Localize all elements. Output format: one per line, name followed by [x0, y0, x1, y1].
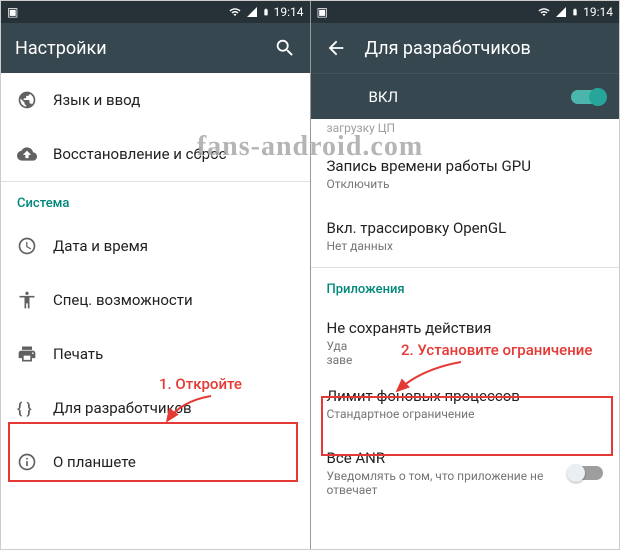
titlebar-developer: Для разработчиков	[311, 23, 620, 73]
statusbar: ▣ 19:14	[311, 1, 620, 23]
row-sublabel: Нет данных	[327, 239, 604, 253]
developer-list: загрузку ЦП Запись времени работы GPU От…	[311, 119, 620, 549]
row-label: Лимит фоновых процессов	[327, 387, 604, 405]
row-background-limit[interactable]: Лимит фоновых процессов Стандартное огра…	[311, 373, 620, 435]
row-sublabel: Уведомлять о том, что приложение не отве…	[327, 469, 570, 497]
statusbar-icon-left: ▣	[317, 5, 328, 19]
row-label: Дата и время	[53, 237, 294, 255]
section-apps: Приложения	[311, 268, 620, 305]
battery-icon	[262, 6, 270, 18]
phone-left-settings: ▣ 19:14 Настройки Язык и ввод Восстановл…	[1, 1, 310, 549]
accessibility-icon	[17, 290, 53, 310]
row-opengl-trace[interactable]: Вкл. трассировку OpenGL Нет данных	[311, 205, 620, 267]
row-label: Вкл. трассировку OpenGL	[327, 219, 604, 237]
row-date-time[interactable]: Дата и время	[1, 219, 310, 273]
row-sublabel: Стандартное ограничение	[327, 407, 604, 421]
wifi-icon	[228, 6, 242, 18]
row-sublabel: Уда заве	[327, 339, 604, 367]
row-label: О планшете	[53, 453, 294, 471]
section-system: Система	[1, 182, 310, 219]
watermark: fans-android.com	[197, 131, 423, 163]
globe-icon	[17, 90, 53, 110]
row-accessibility[interactable]: Спец. возможности	[1, 273, 310, 327]
master-switch[interactable]	[571, 90, 605, 104]
search-icon[interactable]	[274, 37, 296, 59]
row-label: Спец. возможности	[53, 291, 294, 309]
row-sublabel: Отключить	[327, 177, 604, 191]
row-label: Для разработчиков	[53, 399, 294, 417]
row-print[interactable]: Печать	[1, 327, 310, 381]
row-label: Все ANR	[327, 449, 570, 467]
page-title: Для разработчиков	[365, 38, 606, 59]
titlebar-settings: Настройки	[1, 23, 310, 73]
row-label: Печать	[53, 345, 294, 363]
battery-icon	[571, 6, 579, 18]
row-all-anr[interactable]: Все ANR Уведомлять о том, что приложение…	[311, 435, 620, 511]
info-icon	[17, 452, 53, 472]
row-label: Не сохранять действия	[327, 319, 604, 337]
anr-switch[interactable]	[569, 466, 603, 480]
master-toggle-row[interactable]: ВКЛ	[311, 73, 620, 119]
statusbar-icon-left: ▣	[7, 5, 18, 19]
cloud-upload-icon	[17, 144, 53, 164]
phone-right-developer: ▣ 19:14 Для разработчиков ВКЛ загрузку Ц…	[310, 1, 620, 549]
row-no-keep-activities[interactable]: Не сохранять действия Уда заве	[311, 305, 620, 373]
row-about-tablet[interactable]: О планшете	[1, 435, 310, 489]
row-label: Язык и ввод	[53, 91, 294, 109]
signal-icon	[555, 6, 567, 18]
status-time: 19:14	[274, 5, 304, 19]
statusbar: ▣ 19:14	[1, 1, 310, 23]
clock-icon	[17, 236, 53, 256]
signal-icon	[246, 6, 258, 18]
print-icon	[17, 344, 53, 364]
wifi-icon	[537, 6, 551, 18]
row-language-input[interactable]: Язык и ввод	[1, 73, 310, 127]
row-developer-options[interactable]: { } Для разработчиков	[1, 381, 310, 435]
braces-icon: { }	[17, 399, 53, 418]
page-title: Настройки	[15, 38, 274, 59]
back-arrow-icon[interactable]	[325, 37, 347, 59]
status-time: 19:14	[583, 5, 613, 19]
toggle-label: ВКЛ	[369, 88, 399, 106]
